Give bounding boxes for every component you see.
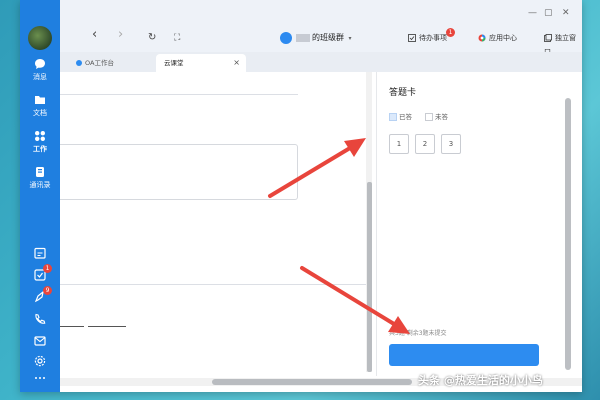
watermark: 头条 @热爱生活的小小鸟 [418, 374, 543, 387]
annotation-arrows [268, 138, 410, 334]
arrow-to-question-grid [268, 138, 366, 198]
arrow-to-submit-button [300, 266, 410, 334]
